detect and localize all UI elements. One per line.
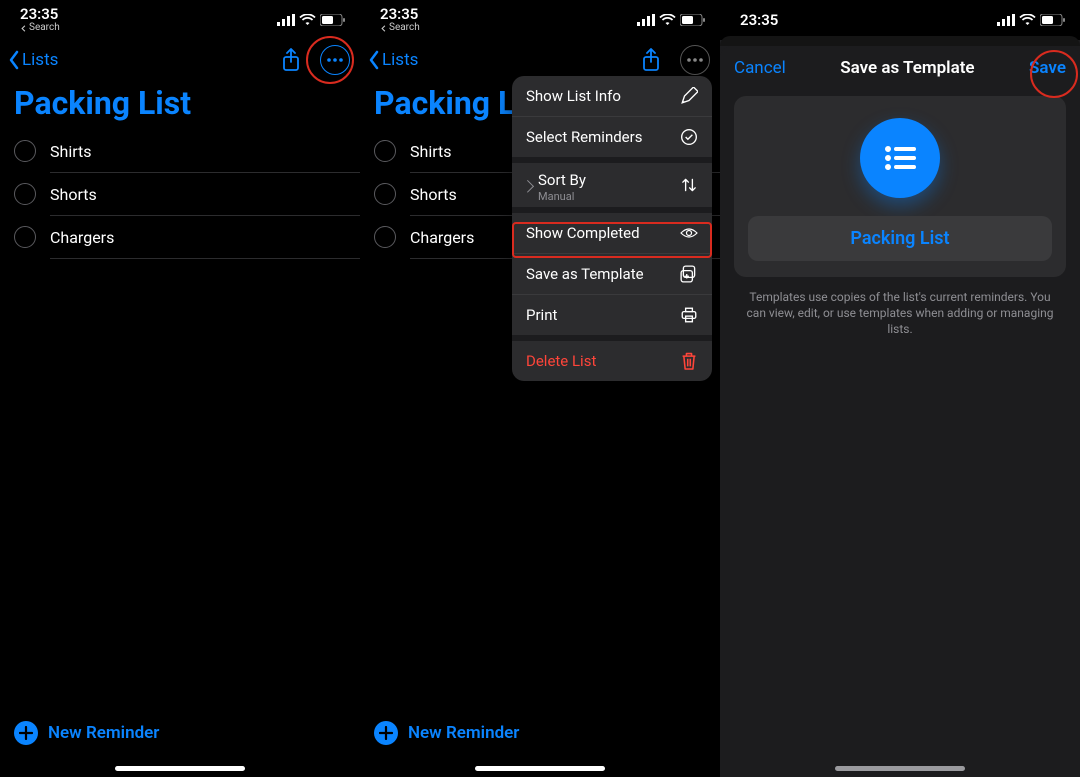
template-card: Packing List	[734, 96, 1066, 277]
cellular-signal-icon	[637, 14, 655, 26]
share-button[interactable]	[636, 45, 666, 75]
status-time: 23:35	[20, 7, 58, 22]
plus-icon	[374, 721, 398, 745]
wifi-icon	[299, 14, 316, 26]
home-indicator[interactable]	[475, 766, 605, 771]
eye-icon	[680, 224, 698, 242]
cancel-button[interactable]: Cancel	[734, 58, 786, 78]
status-time: 23:35	[740, 13, 778, 28]
reminder-row[interactable]: Chargers	[14, 216, 360, 258]
status-bar: 23:35 Search	[360, 0, 720, 40]
more-options-button[interactable]	[320, 45, 350, 75]
screen-save-template-modal: 23:35 Cancel Save as Template Save Packi…	[720, 0, 1080, 777]
cellular-signal-icon	[277, 14, 295, 26]
modal-sheet: Cancel Save as Template Save Packing Lis…	[720, 46, 1080, 777]
reminder-checkbox[interactable]	[14, 140, 36, 162]
template-description: Templates use copies of the list's curre…	[742, 289, 1058, 338]
menu-show-list-info[interactable]: Show List Info	[512, 76, 712, 116]
reminder-checkbox[interactable]	[14, 226, 36, 248]
nav-bar: Lists	[360, 40, 720, 80]
more-options-button[interactable]	[680, 45, 710, 75]
home-indicator[interactable]	[835, 766, 965, 771]
template-icon	[680, 265, 698, 283]
modal-title: Save as Template	[840, 58, 974, 78]
sort-by-value: Manual	[538, 190, 574, 203]
wifi-icon	[1019, 14, 1036, 26]
new-reminder-button[interactable]: New Reminder	[14, 721, 159, 745]
battery-icon	[320, 14, 346, 26]
checkmark-circle-icon	[680, 128, 698, 146]
menu-save-as-template[interactable]: Save as Template	[512, 254, 712, 294]
menu-delete-list[interactable]: Delete List	[512, 341, 712, 381]
reminder-row[interactable]: Shirts	[14, 130, 360, 172]
screen-context-menu: 23:35 Search Lists Packing List	[360, 0, 720, 777]
separator	[50, 258, 360, 259]
menu-select-reminders[interactable]: Select Reminders	[512, 117, 712, 157]
reminder-checkbox[interactable]	[374, 140, 396, 162]
nav-back-button[interactable]: Lists	[366, 50, 418, 70]
status-back-to-search[interactable]: Search	[20, 23, 60, 33]
home-indicator[interactable]	[115, 766, 245, 771]
menu-print[interactable]: Print	[512, 295, 712, 335]
reminder-row[interactable]: Shorts	[14, 173, 360, 215]
nav-back-label: Lists	[382, 50, 418, 70]
battery-icon	[680, 14, 706, 26]
template-list-icon	[860, 118, 940, 198]
reminder-title[interactable]: Shorts	[36, 185, 360, 204]
reminder-checkbox[interactable]	[374, 183, 396, 205]
list-title: Packing List	[0, 80, 360, 130]
battery-icon	[1040, 14, 1066, 26]
status-time: 23:35	[380, 7, 418, 22]
context-menu: Show List Info Select Reminders Sort By …	[512, 76, 712, 381]
menu-sort-by[interactable]: Sort By Manual	[512, 163, 712, 207]
status-back-to-search[interactable]: Search	[380, 23, 420, 33]
wifi-icon	[659, 14, 676, 26]
screen-list-view: 23:35 Search Lists Packing List	[0, 0, 360, 777]
reminder-checkbox[interactable]	[14, 183, 36, 205]
status-bar: 23:35 Search	[0, 0, 360, 40]
pencil-icon	[680, 87, 698, 105]
new-reminder-label: New Reminder	[408, 723, 519, 743]
trash-icon	[680, 352, 698, 370]
reminder-title[interactable]: Shirts	[36, 142, 360, 161]
cellular-signal-icon	[997, 14, 1015, 26]
plus-icon	[14, 721, 38, 745]
save-button[interactable]: Save	[1029, 58, 1066, 78]
sort-arrows-icon	[680, 176, 698, 194]
printer-icon	[680, 306, 698, 324]
modal-nav: Cancel Save as Template Save	[720, 46, 1080, 90]
status-bar: 23:35	[720, 0, 1080, 40]
reminder-title[interactable]: Chargers	[36, 228, 360, 247]
nav-back-label: Lists	[22, 50, 58, 70]
template-name-input[interactable]: Packing List	[748, 216, 1052, 261]
nav-back-button[interactable]: Lists	[6, 50, 58, 70]
share-button[interactable]	[276, 45, 306, 75]
reminders-list: Shirts Shorts Chargers	[0, 130, 360, 259]
new-reminder-button[interactable]: New Reminder	[374, 721, 519, 745]
new-reminder-label: New Reminder	[48, 723, 159, 743]
reminder-checkbox[interactable]	[374, 226, 396, 248]
nav-bar: Lists	[0, 40, 360, 80]
menu-show-completed[interactable]: Show Completed	[512, 213, 712, 253]
